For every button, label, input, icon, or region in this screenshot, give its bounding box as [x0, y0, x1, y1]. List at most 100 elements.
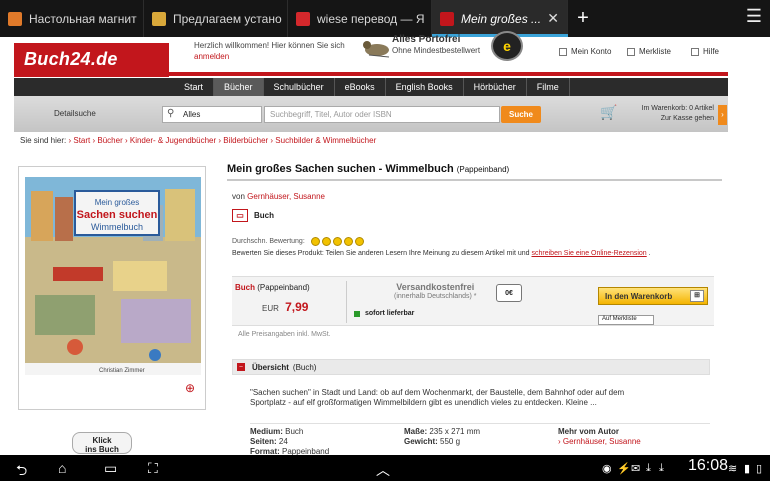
search-category-value: Alles: [183, 110, 201, 119]
browser-tab-2[interactable]: Предлагаем устано: [144, 0, 288, 37]
book-icon: ▭: [232, 209, 248, 222]
status-clock: 16:08: [687, 457, 728, 474]
nav-item-filme[interactable]: Filme: [527, 78, 570, 96]
mascot-icon: [363, 41, 390, 58]
tab-title: wiese перевод — Я: [317, 11, 425, 26]
author-link[interactable]: Gernhäuser, Susanne: [247, 192, 325, 201]
shipping-promo-title: Alles Portofrei: [392, 34, 461, 45]
breadcrumb-item[interactable]: › Bücher: [93, 136, 123, 145]
look-inside-button[interactable]: Klick ins Buch: [72, 432, 132, 454]
screenshot-icon[interactable]: ⛶: [148, 460, 158, 477]
title-divider: [227, 179, 722, 181]
more-author-link[interactable]: › Gernhäuser, Susanne: [558, 437, 708, 447]
add-to-cart-label: In den Warenkorb: [605, 291, 673, 301]
nav-item-hoerbuecher[interactable]: Hörbücher: [464, 78, 527, 96]
buy-box: Buch (Pappeinband) EUR 7,99 Versandkoste…: [232, 276, 714, 326]
shipping-info: Versandkostenfrei (innerhalb Deutschland…: [394, 282, 477, 302]
tab-title: Настольная магнит: [29, 11, 137, 26]
new-tab-button[interactable]: +: [568, 0, 598, 37]
account-link[interactable]: Mein Konto: [559, 47, 611, 56]
breadcrumb-item[interactable]: › Suchbilder & Wimmelbücher: [270, 136, 376, 145]
add-to-cart-button[interactable]: In den Warenkorb ⊞: [598, 287, 708, 305]
overview-sub: (Buch): [292, 362, 317, 372]
breadcrumb-item[interactable]: › Start: [68, 136, 90, 145]
trust-seal-icon[interactable]: e: [491, 31, 523, 61]
price: EUR 7,99: [262, 300, 308, 314]
overview-header[interactable]: – Übersicht (Buch): [232, 359, 710, 375]
cart-summary[interactable]: Im Warenkorb: 0 Artikel Zur Kasse gehen …: [602, 104, 727, 125]
review-prompt: Bewerten Sie dieses Produkt: Teilen Sie …: [232, 250, 651, 257]
shipping-promo-sub: Ohne Mindestbestellwert: [392, 46, 481, 55]
nav-item-schulbuecher[interactable]: Schulbücher: [264, 78, 335, 96]
wishlist-link[interactable]: Merkliste: [627, 47, 671, 56]
review-text: Bewerten Sie dieses Produkt: Teilen Sie …: [232, 250, 530, 257]
availability-label: sofort lieferbar: [365, 310, 415, 317]
rating-smiley-icon: [321, 237, 331, 246]
nav-item-english-books[interactable]: English Books: [386, 78, 464, 96]
author-line: von Gernhäuser, Susanne: [232, 192, 325, 201]
write-review-link[interactable]: schreiben Sie eine Online-Rezension: [532, 250, 647, 257]
buy-box-divider: [346, 281, 347, 323]
author-prefix: von: [232, 192, 245, 201]
buy-type-label: Buch: [235, 283, 255, 292]
home-icon[interactable]: ⌂: [58, 460, 66, 476]
nav-item-buecher[interactable]: Bücher: [214, 78, 264, 96]
back-icon[interactable]: ⮌: [16, 460, 27, 481]
product-title: Mein großes Sachen suchen - Wimmelbuch (…: [227, 163, 509, 175]
chevron-up-icon[interactable]: ︿: [376, 460, 390, 480]
browser-tab-3[interactable]: wiese перевод — Я: [288, 0, 432, 37]
cover-title-line1: Mein großes: [95, 198, 139, 207]
rating: Durchschn. Bewertung:: [232, 237, 364, 246]
zoom-icon[interactable]: ⊕: [185, 381, 195, 395]
breadcrumb-item[interactable]: › Kinder- & Jugendbücher: [125, 136, 216, 145]
price-value: 7,99: [285, 300, 309, 314]
browser-menu-icon[interactable]: ☰: [746, 6, 762, 27]
checkout-link[interactable]: Zur Kasse gehen: [602, 114, 714, 124]
product-binding: (Pappeinband): [456, 165, 510, 174]
book-cover-image[interactable]: Mein großes Sachen suchen Wimmelbuch Chr…: [25, 177, 201, 375]
price-currency: EUR: [262, 304, 279, 313]
account-label: Mein Konto: [571, 47, 612, 56]
welcome-text: Herzlich willkommen! Hier können Sie sic…: [194, 40, 345, 62]
site-header: Buch24.de Herzlich willkommen! Hier könn…: [14, 31, 728, 77]
details-divider: [250, 423, 710, 424]
browser-tab-bar: Настольная магнит Предлагаем устано wies…: [0, 0, 770, 37]
rating-smiley-icon: [310, 237, 320, 246]
details-column-1: Medium: Buch Seiten: 24 Format: Pappeinb…: [250, 427, 400, 457]
breadcrumb-item[interactable]: › Bilderbücher: [218, 136, 268, 145]
collapse-icon[interactable]: –: [237, 363, 245, 371]
availability: sofort lieferbar: [354, 310, 414, 317]
weight-label: Gewicht:: [404, 437, 438, 446]
login-link[interactable]: anmelden: [194, 52, 229, 61]
close-tab-icon[interactable]: ✕: [547, 10, 559, 27]
overview-title: Übersicht: [252, 362, 289, 372]
look-inside-label: Klick: [92, 436, 112, 445]
product-type: ▭ Buch: [232, 209, 274, 222]
battery-icon: ▯: [756, 463, 763, 475]
shipping-promo: Alles Portofrei Ohne Mindestbestellwert: [392, 34, 480, 56]
add-to-wishlist-button[interactable]: Auf Merkliste: [598, 315, 654, 325]
rating-smiley-icon: [332, 237, 342, 246]
browser-tab-1[interactable]: Настольная магнит: [0, 0, 144, 37]
nav-item-ebooks[interactable]: eBooks: [335, 78, 386, 96]
tab-title: Mein großes ...: [461, 11, 542, 26]
detail-search-link[interactable]: Detailsuche: [54, 109, 96, 118]
recent-apps-icon[interactable]: ▭: [104, 460, 117, 477]
search-input[interactable]: Suchbegriff, Titel, Autor oder ISBN: [264, 106, 500, 123]
nav-item-start[interactable]: Start: [174, 78, 215, 96]
details-column-2: Maße: 235 x 271 mm Gewicht: 550 g: [404, 427, 554, 447]
help-label: Hilfe: [703, 47, 720, 56]
help-link[interactable]: Hilfe: [691, 47, 719, 56]
pages-value: 24: [278, 437, 288, 446]
help-icon: [691, 47, 699, 56]
product-type-label: Buch: [254, 211, 274, 220]
account-icon: [559, 47, 567, 56]
search-button[interactable]: Suche: [501, 106, 541, 123]
product-description: "Sachen suchen" in Stadt und Land: ob au…: [250, 388, 625, 407]
buch24-favicon-icon: [440, 11, 454, 26]
rating-smiley-icon: [343, 237, 353, 246]
rating-smiley-icon: [354, 237, 364, 246]
pages-label: Seiten:: [250, 437, 277, 446]
chevron-right-icon: ›: [718, 105, 727, 125]
search-category-select[interactable]: ⚲ Alles: [162, 106, 262, 123]
